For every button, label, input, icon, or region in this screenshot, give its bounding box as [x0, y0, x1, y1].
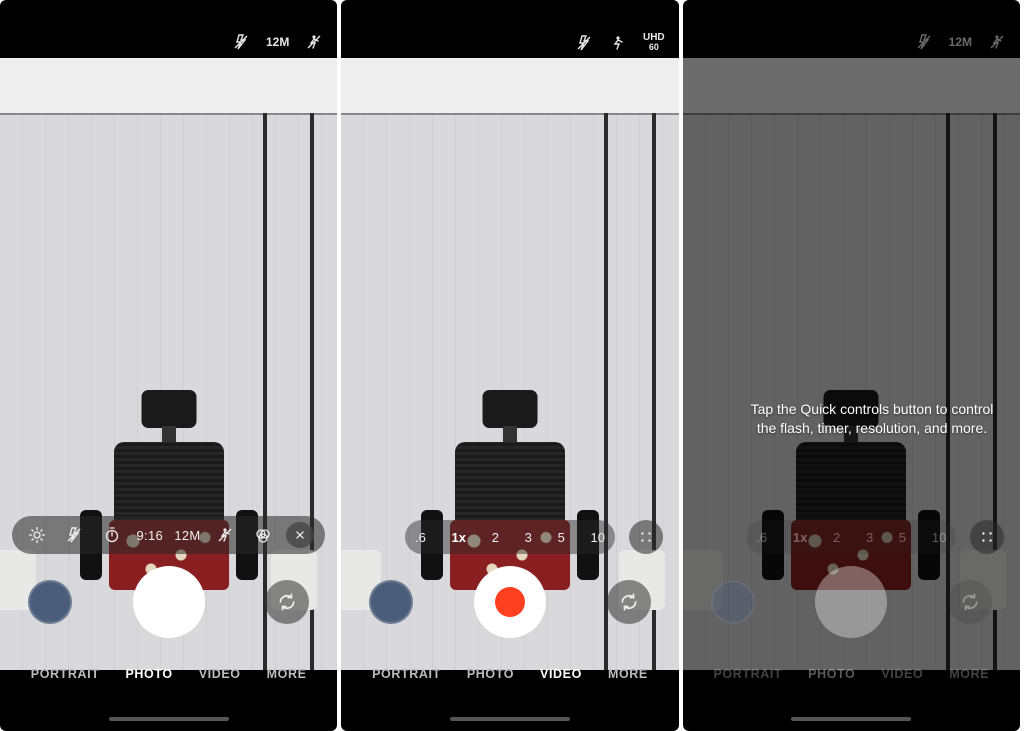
- screenshot-video-mode: UHD 60 .6 1x 2 3 5 10 PORTRAIT PHOTO VID…: [341, 0, 678, 731]
- mode-portrait[interactable]: PORTRAIT: [372, 667, 441, 681]
- resolution-indicator[interactable]: 12M: [949, 35, 972, 49]
- mode-video[interactable]: VIDEO: [881, 667, 923, 681]
- zoom-level[interactable]: 5: [558, 530, 565, 545]
- flash-off-icon[interactable]: [232, 33, 250, 51]
- filters-icon[interactable]: [249, 526, 277, 544]
- mode-portrait[interactable]: PORTRAIT: [713, 667, 782, 681]
- screenshot-photo-mode-quick-controls: 12M 9:16 12M PORTRAIT PHOTO VIDEO MORE: [0, 0, 337, 731]
- switch-camera-button[interactable]: [948, 580, 992, 624]
- aspect-ratio-button[interactable]: 9:16: [136, 528, 164, 543]
- zoom-level[interactable]: 10: [591, 530, 605, 545]
- home-indicator[interactable]: [109, 717, 229, 721]
- zoom-level[interactable]: 10: [932, 530, 946, 545]
- resolution-indicator[interactable]: 12M: [266, 35, 289, 49]
- switch-camera-button[interactable]: [607, 580, 651, 624]
- home-indicator[interactable]: [791, 717, 911, 721]
- shutter-button[interactable]: [133, 566, 205, 638]
- zoom-level[interactable]: 5: [899, 530, 906, 545]
- zoom-level[interactable]: .6: [415, 530, 426, 545]
- home-indicator[interactable]: [450, 717, 570, 721]
- mode-photo[interactable]: PHOTO: [125, 667, 172, 681]
- mode-selector[interactable]: PORTRAIT PHOTO VIDEO MORE: [0, 667, 337, 681]
- zoom-level[interactable]: .6: [756, 530, 767, 545]
- mode-more[interactable]: MORE: [608, 667, 648, 681]
- mode-selector[interactable]: PORTRAIT PHOTO VIDEO MORE: [341, 667, 678, 681]
- flash-off-icon[interactable]: [575, 34, 593, 52]
- top-status-icons: 12M: [232, 33, 323, 51]
- mode-more[interactable]: MORE: [949, 667, 989, 681]
- mode-photo[interactable]: PHOTO: [467, 667, 514, 681]
- zoom-level[interactable]: 2: [833, 530, 840, 545]
- quick-controls-bar: 9:16 12M: [12, 516, 325, 554]
- screenshot-quick-controls-tooltip: 12M Tap the Quick controls button to con…: [683, 0, 1020, 731]
- mode-selector[interactable]: PORTRAIT PHOTO VIDEO MORE: [683, 667, 1020, 681]
- mode-video[interactable]: VIDEO: [199, 667, 241, 681]
- mode-video[interactable]: VIDEO: [540, 667, 582, 681]
- motion-photo-off-icon[interactable]: [988, 33, 1006, 51]
- zoom-level[interactable]: 2: [492, 530, 499, 545]
- zoom-level[interactable]: 3: [866, 530, 873, 545]
- zoom-selector[interactable]: .6 1x 2 3 5 10: [746, 520, 956, 554]
- mode-more[interactable]: MORE: [267, 667, 307, 681]
- record-button[interactable]: [474, 566, 546, 638]
- close-quick-controls-button[interactable]: [286, 522, 314, 548]
- super-steady-icon[interactable]: [609, 34, 627, 52]
- motion-photo-off-icon[interactable]: [305, 33, 323, 51]
- settings-gear-icon[interactable]: [23, 526, 51, 544]
- zoom-level-selected[interactable]: 1x: [452, 530, 466, 545]
- gallery-thumbnail[interactable]: [369, 580, 413, 624]
- zoom-selector[interactable]: .6 1x 2 3 5 10: [405, 520, 615, 554]
- quick-controls-button[interactable]: [970, 520, 1004, 554]
- quick-controls-button[interactable]: [629, 520, 663, 554]
- flash-toggle-icon[interactable]: [60, 526, 88, 544]
- flash-off-icon[interactable]: [915, 33, 933, 51]
- video-fps-label: 60: [643, 43, 665, 52]
- mode-portrait[interactable]: PORTRAIT: [31, 667, 100, 681]
- shutter-button[interactable]: [815, 566, 887, 638]
- motion-photo-toggle-icon[interactable]: [211, 526, 239, 544]
- resolution-button[interactable]: 12M: [173, 528, 201, 543]
- zoom-level-selected[interactable]: 1x: [793, 530, 807, 545]
- top-status-icons: 12M: [915, 33, 1006, 51]
- quick-controls-tooltip: Tap the Quick controls button to control…: [742, 400, 1002, 438]
- gallery-thumbnail[interactable]: [711, 580, 755, 624]
- mode-photo[interactable]: PHOTO: [808, 667, 855, 681]
- timer-icon[interactable]: [98, 526, 126, 544]
- gallery-thumbnail[interactable]: [28, 580, 72, 624]
- zoom-level[interactable]: 3: [525, 530, 532, 545]
- video-quality-indicator[interactable]: UHD 60: [643, 33, 665, 52]
- top-status-icons: UHD 60: [575, 33, 665, 52]
- switch-camera-button[interactable]: [265, 580, 309, 624]
